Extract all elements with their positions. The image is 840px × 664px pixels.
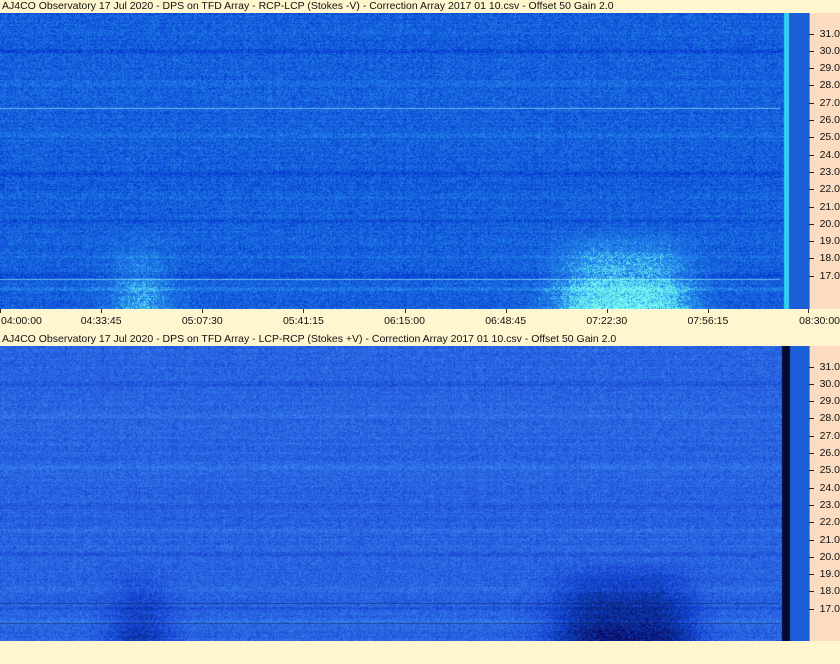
time-tick-label: 06:15:00 [384,315,425,327]
time-tick-label: 07:22:30 [586,315,628,327]
freq-tick-text: 19.0 [819,235,840,248]
freq-tick-text: 17.0 [819,269,840,282]
freq-tick-text: 27.0 [819,429,840,442]
panel-1-title: AJ4CO Observatory 17 Jul 2020 - DPS on T… [2,0,614,12]
spectrogram-stokes-plus-v[interactable] [0,346,809,641]
freq-tick-text: 30.0 [819,44,840,57]
freq-tick-text: 20.0 [819,550,840,563]
freq-tick-text: 24.0 [819,481,840,494]
freq-tick-text: 25.0 [819,464,840,477]
time-tick-label: 04:33:45 [80,315,122,327]
time-tick-mark [0,309,1,313]
freq-tick-text: 28.0 [819,412,840,425]
time-tick-mark [808,309,809,313]
freq-tick-text: 22.0 [819,183,840,196]
spectrogram-stokes-minus-v[interactable] [0,13,809,309]
time-tick-label: 05:07:30 [181,315,223,327]
freq-tick-text: 20.0 [819,217,840,230]
freq-tick-text: 21.0 [819,533,840,546]
time-tick-label: 04:00:00 [1,315,42,327]
time-axis: 04:00:00 04:33:45 05:07:30 05:41:15 06:15:00… [0,309,840,329]
freq-tick-text: 23.0 [819,498,840,511]
time-tick-mark [404,309,406,313]
freq-tick-text: 27.0 [819,96,840,109]
time-tick-mark [202,309,204,313]
freq-tick-text: 29.0 [819,62,840,75]
bottom-status-strip [0,641,840,664]
freq-tick-text: 23.0 [819,165,840,178]
time-tick-mark [303,309,305,313]
freq-tick-text: 25.0 [819,131,840,144]
frequency-axis-panel-1: 31.0 30.0 29.0 28.0 27.0 26.0 25.0 24.0 23.0 22.0… [809,13,840,309]
freq-tick-text: 28.0 [819,79,840,92]
freq-tick-text: 21.0 [819,200,840,213]
time-tick-label: 06:48:45 [485,315,527,327]
panel-2-title: AJ4CO Observatory 17 Jul 2020 - DPS on T… [2,333,617,345]
frequency-axis-panel-2: 31.0 30.0 29.0 28.0 27.0 26.0 25.0 24.0 23.0 22.0… [809,346,840,641]
time-tick-label: 07:56:15 [687,315,729,327]
freq-tick-text: 18.0 [819,252,840,265]
freq-tick-text: 29.0 [819,395,840,408]
freq-tick-text: 19.0 [819,568,840,581]
freq-tick-text: 31.0 [819,360,840,373]
freq-tick-text: 22.0 [819,516,840,529]
time-tick-mark [505,309,507,313]
freq-tick-text: 18.0 [819,585,840,598]
freq-tick-text: 30.0 [819,377,840,390]
freq-tick-text: 17.0 [819,602,840,615]
freq-tick-text: 31.0 [819,27,840,40]
freq-tick-text: 24.0 [819,148,840,161]
time-tick-label: 08:30:00 [799,315,840,327]
time-tick-mark [606,309,608,313]
time-tick-label: 05:41:15 [282,315,324,327]
freq-tick-text: 26.0 [819,447,840,459]
time-tick-mark [101,309,103,313]
time-tick-mark [707,309,709,313]
freq-tick-text: 26.0 [819,114,840,126]
